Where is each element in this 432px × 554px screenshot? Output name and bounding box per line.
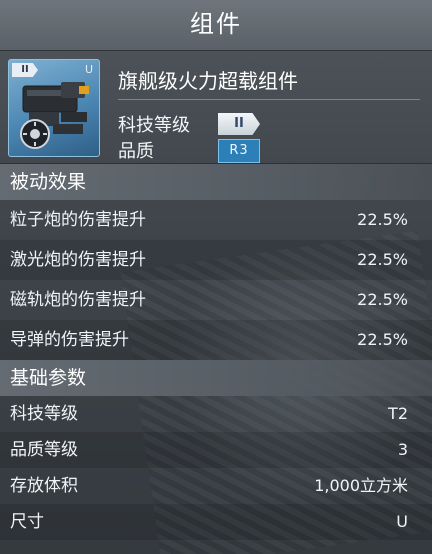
passive-row-value: 22.5% (357, 210, 408, 229)
page-title: 组件 (0, 0, 432, 51)
item-card: II U 旗舰级火力超载组件 科技等级 II 品质 R3 (0, 51, 432, 164)
passive-row: 导弹的伤害提升 22.5% (0, 320, 432, 360)
component-detail-screen: 组件 II U 旗舰级火力超载组件 科技等级 II 品质 R3 被动效果 粒子炮… (0, 0, 432, 554)
icon-size-label: U (84, 63, 93, 76)
tech-level-badge: II (218, 113, 260, 135)
basic-row: 科技等级 T2 (0, 396, 432, 432)
passive-row-label: 导弹的伤害提升 (10, 330, 129, 350)
basic-row: 尺寸 U (0, 504, 432, 540)
basic-row-label: 尺寸 (10, 512, 44, 532)
icon-tier-badge: II (12, 63, 38, 77)
quality-badge: R3 (218, 139, 260, 163)
passive-effects-header: 被动效果 (0, 164, 432, 200)
tech-level-label: 科技等级 (118, 115, 190, 136)
component-icon[interactable]: II U (8, 59, 100, 157)
basic-row-label: 品质等级 (10, 440, 78, 460)
passive-row-value: 22.5% (357, 290, 408, 309)
basic-row-label: 科技等级 (10, 404, 78, 424)
passive-row-label: 激光炮的伤害提升 (10, 250, 146, 270)
basic-row: 存放体积 1,000立方米 (0, 468, 432, 504)
basic-row-value: T2 (388, 404, 408, 423)
passive-row-label: 粒子炮的伤害提升 (10, 210, 146, 230)
passive-row: 磁轨炮的伤害提升 22.5% (0, 280, 432, 320)
divider (118, 99, 420, 100)
passive-row-value: 22.5% (357, 250, 408, 269)
basic-row-value: 3 (397, 440, 408, 459)
item-name: 旗舰级火力超载组件 (118, 69, 298, 93)
passive-row-label: 磁轨炮的伤害提升 (10, 290, 146, 310)
quality-label: 品质 (118, 141, 154, 162)
basic-row: 品质等级 3 (0, 432, 432, 468)
passive-row: 激光炮的伤害提升 22.5% (0, 240, 432, 280)
passive-row-value: 22.5% (357, 330, 408, 349)
basic-params-header: 基础参数 (0, 360, 432, 396)
basic-row-value: 1,000立方米 (314, 476, 408, 495)
basic-row-value: U (396, 512, 408, 531)
basic-row-label: 存放体积 (10, 476, 78, 496)
passive-row: 粒子炮的伤害提升 22.5% (0, 200, 432, 240)
